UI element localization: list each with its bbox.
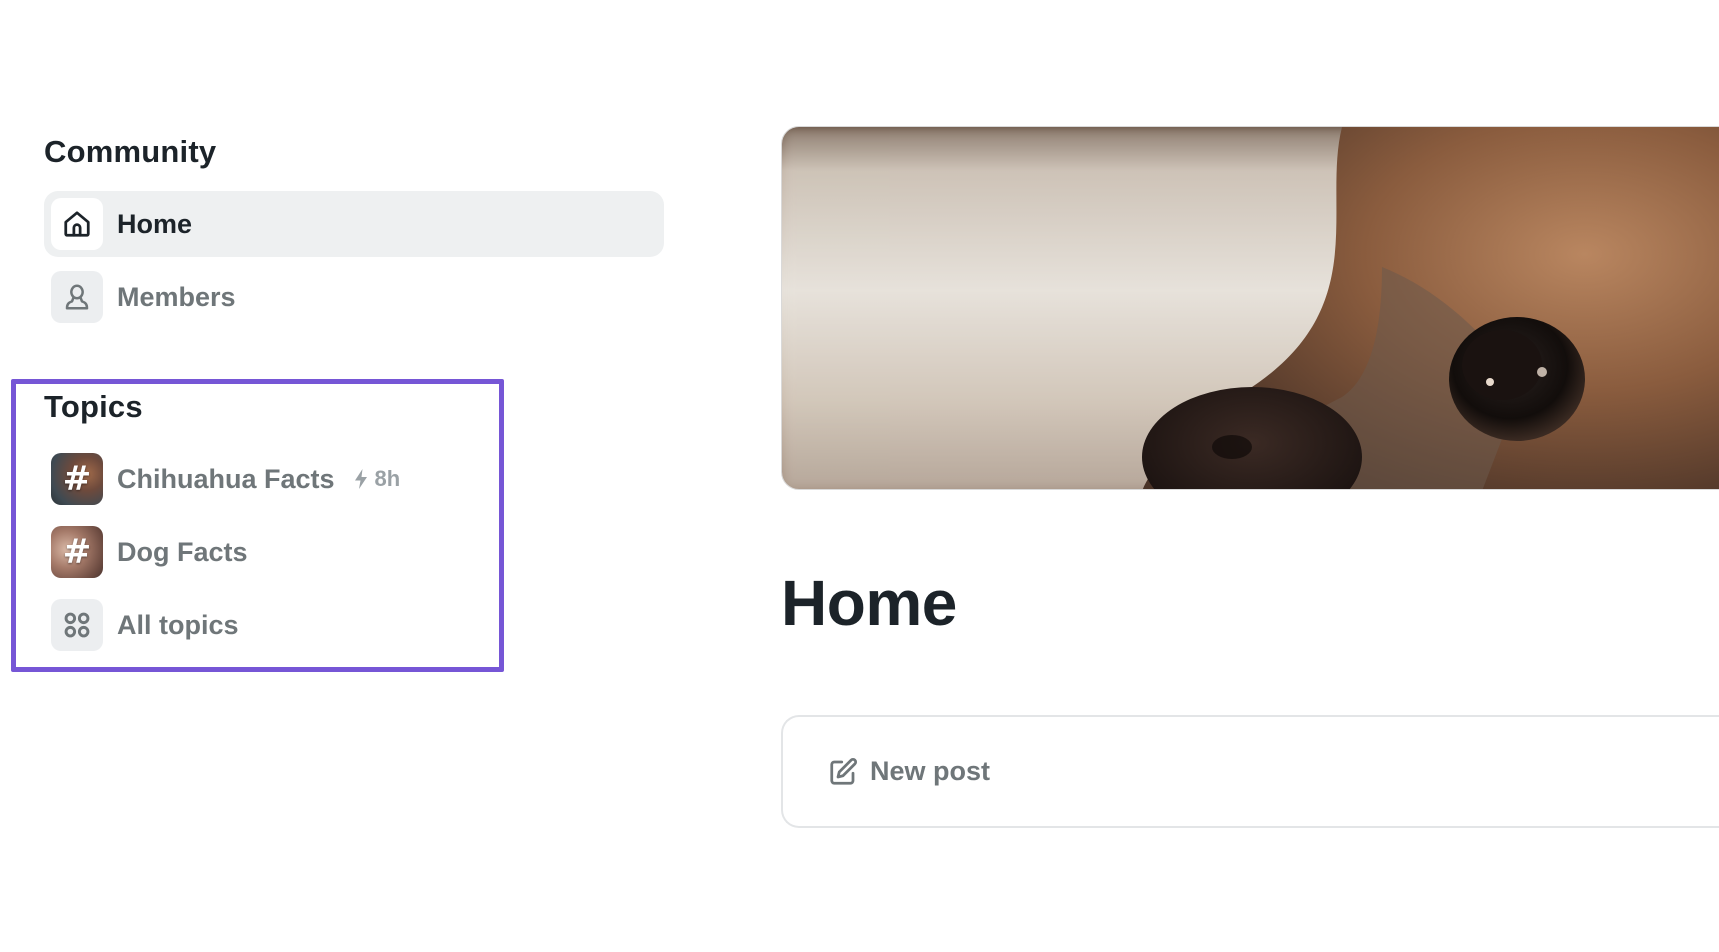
hashtag-icon: # (51, 453, 103, 505)
new-post-label: New post (870, 756, 991, 786)
sidebar-item-home[interactable]: Home (44, 191, 664, 257)
topic-label: All topics (117, 609, 239, 640)
lightning-icon (354, 469, 367, 489)
home-icon (51, 198, 103, 250)
topics-heading: Topics (44, 389, 143, 424)
sidebar-item-label: Members (117, 281, 236, 312)
edit-icon (828, 757, 858, 787)
topic-label: Dog Facts (117, 536, 248, 567)
topic-label: Chihuahua Facts (117, 463, 335, 494)
topic-activity: 8h (353, 466, 401, 492)
grid-icon (51, 599, 103, 651)
sidebar-item-members[interactable]: Members (44, 264, 664, 330)
community-banner-image (781, 126, 1719, 490)
user-icon (51, 271, 103, 323)
topic-item-dog-facts[interactable]: # Dog Facts (44, 519, 464, 585)
page-title: Home (781, 567, 957, 639)
topic-item-chihuahua-facts[interactable]: # Chihuahua Facts 8h (44, 446, 464, 512)
hashtag-icon: # (51, 526, 103, 578)
sidebar-item-label: Home (117, 208, 193, 239)
topic-activity-time: 8h (374, 466, 401, 491)
topic-item-all-topics[interactable]: All topics (44, 592, 464, 658)
community-heading: Community (44, 134, 217, 169)
new-post-button[interactable]: New post (781, 715, 1719, 828)
